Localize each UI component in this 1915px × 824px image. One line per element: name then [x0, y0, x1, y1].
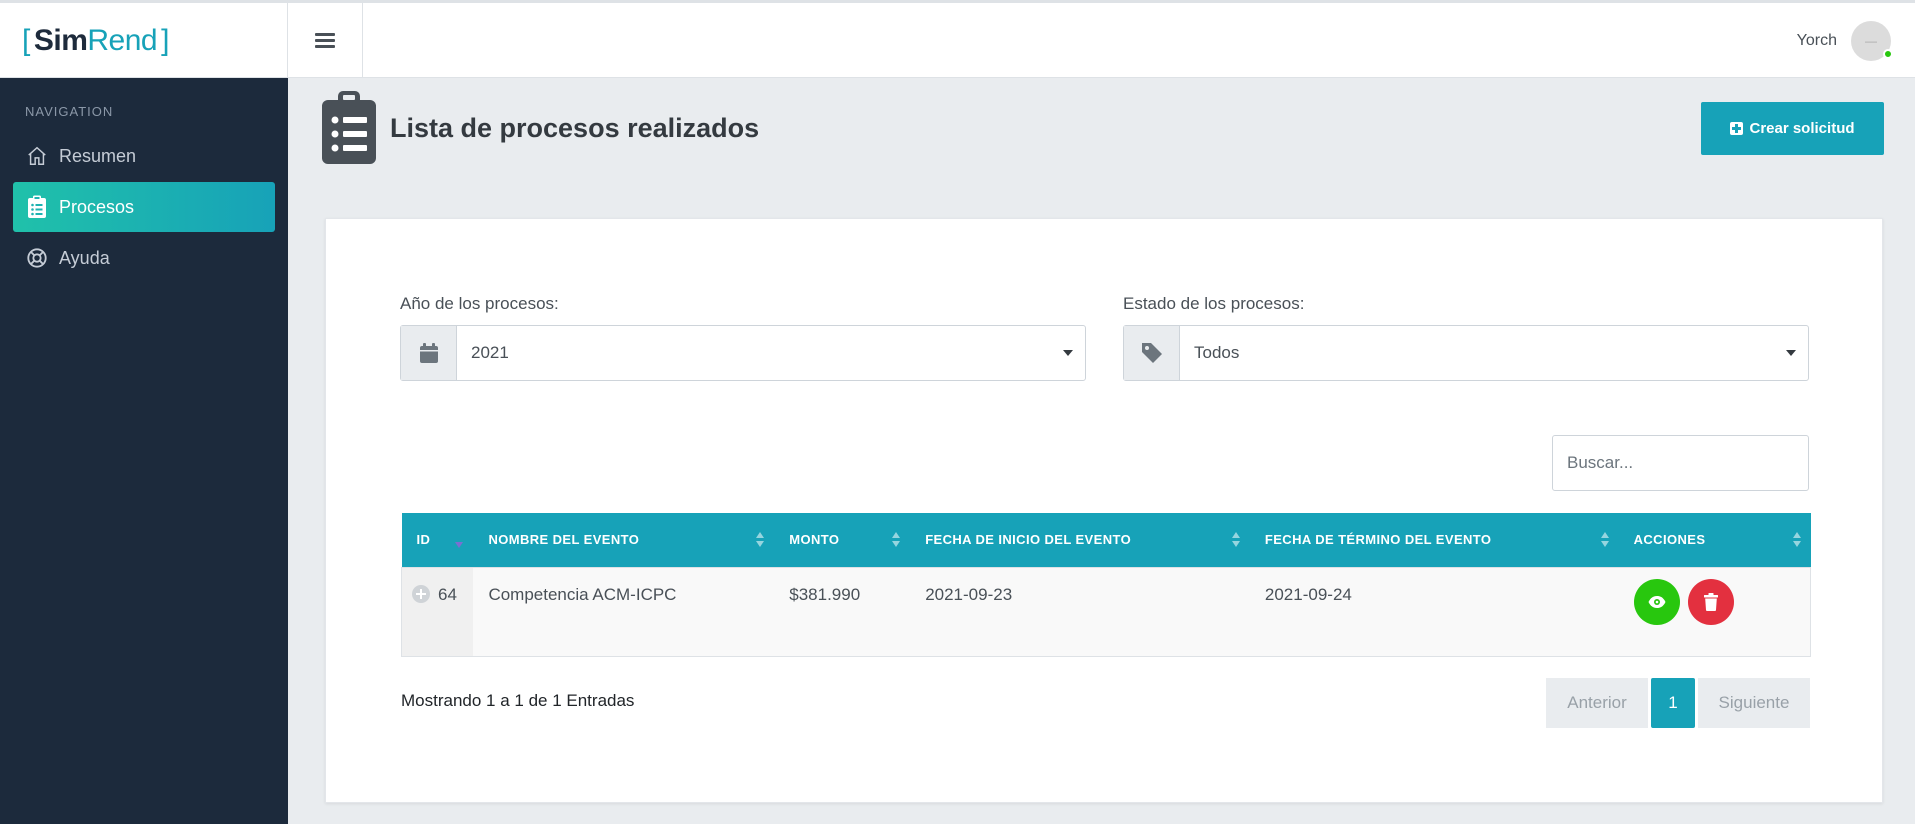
status-select-value[interactable]: Todos — [1180, 326, 1808, 380]
next-page-button[interactable]: Siguiente — [1698, 678, 1810, 728]
cell-start-date: 2021-09-23 — [925, 584, 1013, 604]
user-menu[interactable]: Yorch — — [1796, 3, 1893, 78]
view-button[interactable] — [1633, 578, 1680, 625]
cell-name: Competencia ACM-ICPC — [488, 584, 677, 604]
column-header-end-date[interactable]: FECHA DE TÉRMINO DEL EVENTO — [1250, 513, 1619, 567]
processes-card: Año de los procesos: 2021 Estado de los … — [325, 218, 1883, 803]
table-info: Mostrando 1 a 1 de 1 Entradas — [401, 691, 635, 710]
sort-icon — [1600, 532, 1609, 548]
trash-icon — [1704, 592, 1719, 611]
sidebar-item-resumen[interactable]: Resumen — [13, 131, 275, 181]
avatar[interactable]: — — [1851, 20, 1893, 61]
sidebar-item-procesos[interactable]: Procesos — [13, 182, 275, 232]
sort-icon — [1792, 532, 1801, 548]
create-request-label: Crear solicitud — [1749, 120, 1855, 137]
user-name: Yorch — [1796, 31, 1837, 49]
column-label: NOMBRE DEL EVENTO — [488, 532, 640, 548]
caret-down-icon — [1063, 350, 1073, 356]
column-label: ACCIONES — [1633, 532, 1706, 548]
processes-table: ID NOMBRE DEL EVENTO MONTO FECHA DE INIC… — [401, 513, 1811, 657]
lifebuoy-icon — [25, 246, 49, 270]
year-filter: Año de los procesos: 2021 — [400, 294, 1086, 381]
table-header-row: ID NOMBRE DEL EVENTO MONTO FECHA DE INIC… — [401, 513, 1811, 567]
sort-icon — [1231, 532, 1240, 548]
column-header-actions[interactable]: ACCIONES — [1619, 513, 1811, 567]
status-value-text: Todos — [1194, 343, 1240, 362]
page-header: Lista de procesos realizados — [320, 90, 759, 166]
sort-desc-icon — [455, 532, 464, 548]
calendar-icon — [401, 326, 457, 380]
cell-actions — [1619, 567, 1811, 656]
sidebar-item-label: Resumen — [59, 145, 137, 166]
clipboard-list-icon — [25, 195, 49, 219]
eye-icon — [1648, 595, 1666, 608]
column-label: ID — [416, 532, 431, 548]
column-header-id[interactable]: ID — [402, 513, 474, 567]
year-filter-label: Año de los procesos: — [400, 294, 559, 313]
brand-logo[interactable]: [ Sim Rend ] — [0, 3, 288, 78]
column-label: FECHA DE TÉRMINO DEL EVENTO — [1264, 532, 1492, 548]
year-value-text: 2021 — [471, 343, 509, 362]
tag-icon — [1124, 326, 1180, 380]
expand-row-icon[interactable] — [412, 584, 430, 603]
brand-sim: Sim — [33, 23, 88, 57]
clipboard-list-icon — [320, 90, 378, 166]
previous-page-button[interactable]: Anterior — [1546, 678, 1648, 728]
column-header-start-date[interactable]: FECHA DE INICIO DEL EVENTO — [910, 513, 1250, 567]
hamburger-icon — [315, 32, 335, 49]
cell-amount: $381.990 — [789, 584, 861, 604]
column-label: MONTO — [789, 532, 840, 548]
column-label: FECHA DE INICIO DEL EVENTO — [925, 532, 1132, 548]
brand-bracket-close: ] — [161, 23, 169, 57]
sidebar: NAVIGATION Resumen Procesos Ayuda — [0, 78, 288, 824]
page-title: Lista de procesos realizados — [390, 112, 760, 143]
status-filter-label: Estado de los procesos: — [1123, 294, 1305, 313]
nav-heading: NAVIGATION — [25, 104, 114, 119]
search-input[interactable] — [1552, 435, 1809, 491]
status-select[interactable]: Todos — [1123, 325, 1809, 381]
sort-icon — [756, 532, 765, 548]
year-select-value[interactable]: 2021 — [457, 326, 1085, 380]
cell-id: 64 — [401, 567, 474, 656]
status-filter: Estado de los procesos: Todos — [1123, 294, 1809, 381]
menu-toggle-button[interactable] — [288, 3, 363, 78]
column-header-amount[interactable]: MONTO — [774, 513, 910, 567]
caret-down-icon — [1786, 350, 1796, 356]
column-header-name[interactable]: NOMBRE DEL EVENTO — [473, 513, 774, 567]
sidebar-item-label: Procesos — [59, 196, 135, 217]
top-bar: [ Sim Rend ] Yorch — — [0, 0, 1915, 78]
create-request-button[interactable]: Crear solicitud — [1701, 102, 1884, 155]
page-1-button[interactable]: 1 — [1651, 678, 1695, 728]
sidebar-item-ayuda[interactable]: Ayuda — [13, 233, 275, 283]
online-status-icon — [1883, 48, 1893, 59]
year-select[interactable]: 2021 — [400, 325, 1086, 381]
cell-id-text: 64 — [438, 584, 457, 604]
sidebar-item-label: Ayuda — [59, 247, 110, 268]
cell-end-date: 2021-09-24 — [1264, 584, 1352, 604]
table-row: 64 Competencia ACM-ICPC $381.990 2021-09… — [401, 567, 1811, 656]
home-icon — [25, 144, 49, 168]
brand-rend: Rend — [87, 23, 158, 57]
avatar-text: — — [1865, 33, 1877, 48]
pagination: Anterior 1 Siguiente — [1546, 678, 1810, 728]
delete-button[interactable] — [1688, 578, 1735, 625]
sort-icon — [892, 532, 901, 548]
plus-square-icon — [1730, 122, 1744, 135]
brand-bracket-open: [ — [22, 23, 30, 57]
